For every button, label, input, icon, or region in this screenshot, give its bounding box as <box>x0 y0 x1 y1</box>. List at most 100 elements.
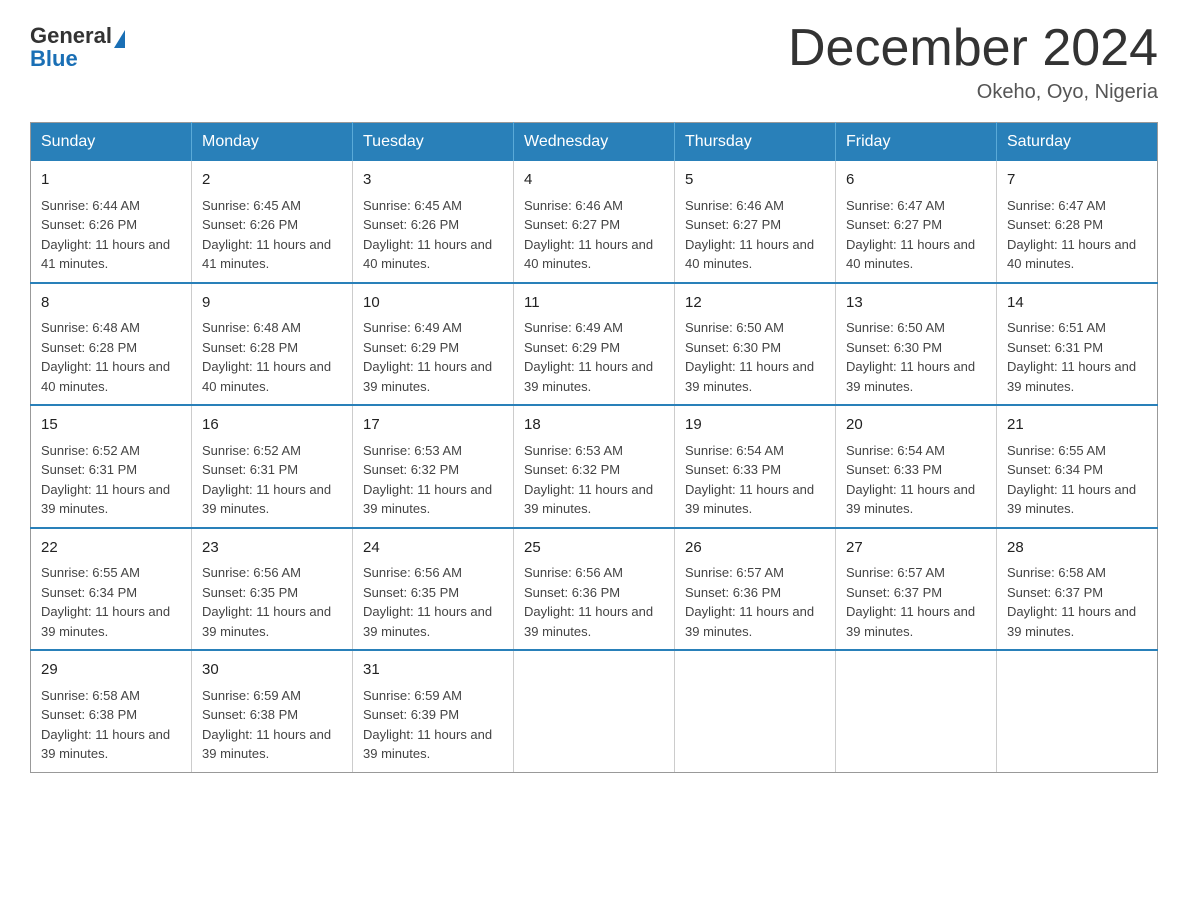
calendar-week-row: 29 Sunrise: 6:58 AMSunset: 6:38 PMDayligh… <box>31 650 1158 772</box>
calendar-cell: 14 Sunrise: 6:51 AMSunset: 6:31 PMDayligh… <box>997 283 1158 406</box>
day-info: Sunrise: 6:47 AMSunset: 6:28 PMDaylight:… <box>1007 196 1147 274</box>
day-info: Sunrise: 6:45 AMSunset: 6:26 PMDaylight:… <box>363 196 503 274</box>
calendar-cell: 9Sunrise: 6:48 AMSunset: 6:28 PMDaylight… <box>192 283 353 406</box>
calendar-cell: 31 Sunrise: 6:59 AMSunset: 6:39 PMDayligh… <box>353 650 514 772</box>
calendar-cell: 20Sunrise: 6:54 AMSunset: 6:33 PMDayligh… <box>836 405 997 528</box>
calendar-cell: 15Sunrise: 6:52 AMSunset: 6:31 PMDayligh… <box>31 405 192 528</box>
day-number: 29 <box>41 659 181 682</box>
day-info: Sunrise: 6:58 AMSunset: 6:38 PMDaylight:… <box>41 686 181 764</box>
calendar-cell: 4 Sunrise: 6:46 AMSunset: 6:27 PMDaylight… <box>514 161 675 283</box>
day-number: 31 <box>363 659 503 682</box>
day-info: Sunrise: 6:55 AMSunset: 6:34 PMDaylight:… <box>1007 441 1147 519</box>
page-title: December 2024 <box>788 20 1158 77</box>
logo-triangle-icon <box>114 30 125 48</box>
day-info: Sunrise: 6:47 AMSunset: 6:27 PMDaylight:… <box>846 196 986 274</box>
calendar-cell: 18Sunrise: 6:53 AMSunset: 6:32 PMDayligh… <box>514 405 675 528</box>
calendar-cell: 13 Sunrise: 6:50 AMSunset: 6:30 PMDayligh… <box>836 283 997 406</box>
day-number: 4 <box>524 169 664 192</box>
day-number: 3 <box>363 169 503 192</box>
day-info: Sunrise: 6:45 AMSunset: 6:26 PMDaylight:… <box>202 196 342 274</box>
day-info: Sunrise: 6:56 AMSunset: 6:36 PMDaylight:… <box>524 563 664 641</box>
day-info: Sunrise: 6:51 AMSunset: 6:31 PMDaylight:… <box>1007 318 1147 396</box>
calendar-header-wednesday: Wednesday <box>514 123 675 162</box>
day-number: 30 <box>202 659 342 682</box>
day-number: 10 <box>363 292 503 315</box>
calendar-cell: 19 Sunrise: 6:54 AMSunset: 6:33 PMDayligh… <box>675 405 836 528</box>
calendar-cell: 24Sunrise: 6:56 AMSunset: 6:35 PMDayligh… <box>353 528 514 651</box>
day-number: 2 <box>202 169 342 192</box>
day-info: Sunrise: 6:46 AMSunset: 6:27 PMDaylight:… <box>524 196 664 274</box>
day-info: Sunrise: 6:48 AMSunset: 6:28 PMDaylight:… <box>41 318 181 396</box>
day-number: 18 <box>524 414 664 437</box>
day-info: Sunrise: 6:56 AMSunset: 6:35 PMDaylight:… <box>202 563 342 641</box>
calendar-cell: 22 Sunrise: 6:55 AMSunset: 6:34 PMDayligh… <box>31 528 192 651</box>
day-number: 26 <box>685 537 825 560</box>
calendar-header-row: SundayMondayTuesdayWednesdayThursdayFrid… <box>31 123 1158 162</box>
calendar-cell: 3 Sunrise: 6:45 AMSunset: 6:26 PMDaylight… <box>353 161 514 283</box>
day-info: Sunrise: 6:56 AMSunset: 6:35 PMDaylight:… <box>363 563 503 641</box>
calendar-cell <box>836 650 997 772</box>
calendar-cell: 26Sunrise: 6:57 AMSunset: 6:36 PMDayligh… <box>675 528 836 651</box>
calendar-cell: 23 Sunrise: 6:56 AMSunset: 6:35 PMDayligh… <box>192 528 353 651</box>
day-info: Sunrise: 6:50 AMSunset: 6:30 PMDaylight:… <box>846 318 986 396</box>
calendar-week-row: 22 Sunrise: 6:55 AMSunset: 6:34 PMDayligh… <box>31 528 1158 651</box>
day-number: 19 <box>685 414 825 437</box>
page-subtitle: Okeho, Oyo, Nigeria <box>788 81 1158 104</box>
calendar-week-row: 15 Sunrise: 6:52 AMSunset: 6:31 PMDayligh… <box>31 405 1158 528</box>
calendar-cell: 1 Sunrise: 6:44 AMSunset: 6:26 PMDaylight… <box>31 161 192 283</box>
day-info: Sunrise: 6:46 AMSunset: 6:27 PMDaylight:… <box>685 196 825 274</box>
calendar-cell <box>514 650 675 772</box>
day-info: Sunrise: 6:49 AMSunset: 6:29 PMDaylight:… <box>524 318 664 396</box>
day-number: 8 <box>41 292 181 315</box>
day-info: Sunrise: 6:57 AMSunset: 6:37 PMDaylight:… <box>846 563 986 641</box>
day-number: 16 <box>202 414 342 437</box>
logo-general: General <box>30 23 112 48</box>
calendar-cell <box>675 650 836 772</box>
day-number: 17 <box>363 414 503 437</box>
day-number: 7 <box>1007 169 1147 192</box>
calendar-header-thursday: Thursday <box>675 123 836 162</box>
calendar-cell: 30 Sunrise: 6:59 AMSunset: 6:38 PMDayligh… <box>192 650 353 772</box>
day-number: 5 <box>685 169 825 192</box>
calendar-header-sunday: Sunday <box>31 123 192 162</box>
day-info: Sunrise: 6:59 AMSunset: 6:38 PMDaylight:… <box>202 686 342 764</box>
calendar-header-friday: Friday <box>836 123 997 162</box>
day-number: 1 <box>41 169 181 192</box>
day-number: 21 <box>1007 414 1147 437</box>
day-number: 15 <box>41 414 181 437</box>
logo-blue: Blue <box>30 46 78 71</box>
day-info: Sunrise: 6:50 AMSunset: 6:30 PMDaylight:… <box>685 318 825 396</box>
calendar-cell: 2 Sunrise: 6:45 AMSunset: 6:26 PMDaylight… <box>192 161 353 283</box>
calendar-cell: 25Sunrise: 6:56 AMSunset: 6:36 PMDayligh… <box>514 528 675 651</box>
day-number: 11 <box>524 292 664 315</box>
day-info: Sunrise: 6:52 AMSunset: 6:31 PMDaylight:… <box>202 441 342 519</box>
day-info: Sunrise: 6:58 AMSunset: 6:37 PMDaylight:… <box>1007 563 1147 641</box>
day-number: 9 <box>202 292 342 315</box>
title-area: December 2024 Okeho, Oyo, Nigeria <box>788 20 1158 104</box>
calendar-cell: 10Sunrise: 6:49 AMSunset: 6:29 PMDayligh… <box>353 283 514 406</box>
day-info: Sunrise: 6:59 AMSunset: 6:39 PMDaylight:… <box>363 686 503 764</box>
calendar-week-row: 8 Sunrise: 6:48 AMSunset: 6:28 PMDaylight… <box>31 283 1158 406</box>
day-info: Sunrise: 6:55 AMSunset: 6:34 PMDaylight:… <box>41 563 181 641</box>
day-number: 27 <box>846 537 986 560</box>
calendar-table: SundayMondayTuesdayWednesdayThursdayFrid… <box>30 122 1158 773</box>
day-info: Sunrise: 6:44 AMSunset: 6:26 PMDaylight:… <box>41 196 181 274</box>
logo: General Blue <box>30 20 125 71</box>
calendar-cell: 7 Sunrise: 6:47 AMSunset: 6:28 PMDaylight… <box>997 161 1158 283</box>
day-info: Sunrise: 6:54 AMSunset: 6:33 PMDaylight:… <box>685 441 825 519</box>
calendar-cell: 29 Sunrise: 6:58 AMSunset: 6:38 PMDayligh… <box>31 650 192 772</box>
day-number: 22 <box>41 537 181 560</box>
day-number: 28 <box>1007 537 1147 560</box>
calendar-cell: 27 Sunrise: 6:57 AMSunset: 6:37 PMDayligh… <box>836 528 997 651</box>
day-number: 23 <box>202 537 342 560</box>
day-info: Sunrise: 6:54 AMSunset: 6:33 PMDaylight:… <box>846 441 986 519</box>
day-number: 6 <box>846 169 986 192</box>
day-number: 13 <box>846 292 986 315</box>
calendar-week-row: 1 Sunrise: 6:44 AMSunset: 6:26 PMDaylight… <box>31 161 1158 283</box>
day-number: 14 <box>1007 292 1147 315</box>
calendar-cell: 5 Sunrise: 6:46 AMSunset: 6:27 PMDaylight… <box>675 161 836 283</box>
calendar-cell: 16 Sunrise: 6:52 AMSunset: 6:31 PMDayligh… <box>192 405 353 528</box>
calendar-cell: 17 Sunrise: 6:53 AMSunset: 6:32 PMDayligh… <box>353 405 514 528</box>
day-number: 12 <box>685 292 825 315</box>
day-info: Sunrise: 6:53 AMSunset: 6:32 PMDaylight:… <box>363 441 503 519</box>
